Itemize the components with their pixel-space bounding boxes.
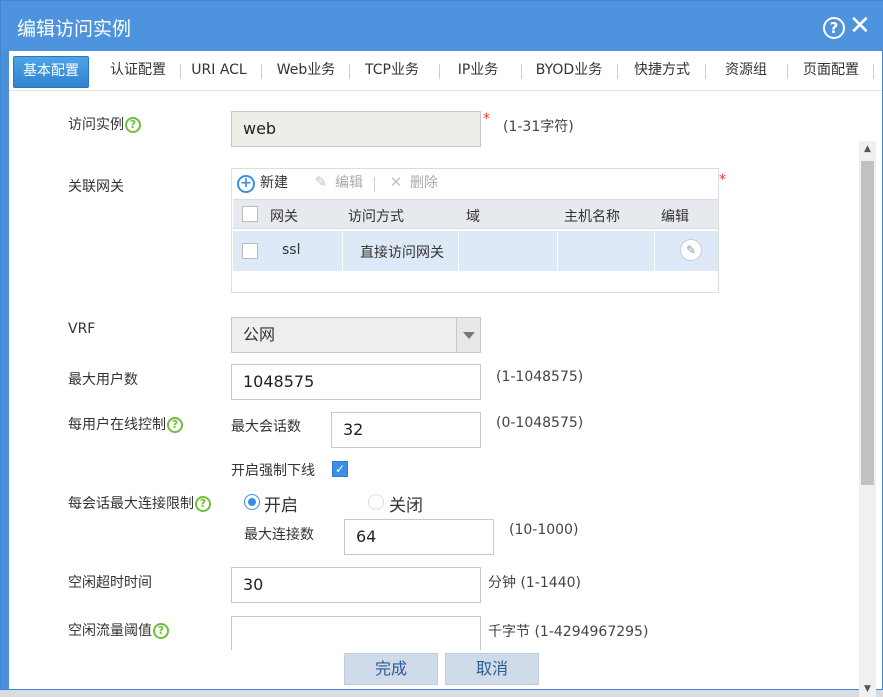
tab-separator bbox=[705, 64, 706, 79]
idle-timeout-label: 空闲超时时间 bbox=[68, 575, 152, 591]
required-mark: * bbox=[719, 172, 726, 188]
scroll-up-arrow-icon[interactable]: ▲ bbox=[859, 141, 876, 157]
max-users-input[interactable]: 1048575 bbox=[231, 364, 481, 400]
idle-traffic-hint: 千字节 (1-4294967295) bbox=[488, 624, 649, 640]
dialog-content: 基本配置 认证配置 URI ACL Web业务 TCP业务 IP业务 BYOD业… bbox=[9, 51, 882, 697]
instance-field: web bbox=[231, 111, 481, 147]
scrollbar-thumb[interactable] bbox=[861, 161, 874, 485]
instance-label: 访问实例? bbox=[68, 114, 141, 134]
scroll-down-arrow-icon[interactable]: ▼ bbox=[859, 681, 876, 697]
toolbar-separator bbox=[374, 177, 375, 192]
table-row[interactable]: ssl 直接访问网关 ✎ bbox=[233, 231, 718, 271]
cancel-button[interactable]: 取消 bbox=[445, 653, 539, 685]
gateway-table-header: 网关 访问方式 域 主机名称 编辑 bbox=[233, 199, 718, 229]
select-all-checkbox[interactable] bbox=[242, 206, 258, 222]
cell-divider bbox=[458, 231, 459, 271]
cell-divider bbox=[342, 231, 343, 271]
per-user-online-label: 每用户在线控制? bbox=[68, 414, 183, 434]
help-icon[interactable]: ? bbox=[153, 623, 169, 639]
per-session-limit-label: 每会话最大连接限制? bbox=[68, 493, 211, 513]
tab-separator bbox=[617, 64, 618, 79]
tab-uri-acl[interactable]: URI ACL bbox=[183, 56, 255, 88]
delete-x-icon: ✕ bbox=[389, 173, 403, 191]
max-sessions-label: 最大会话数 bbox=[231, 419, 301, 435]
radio-on-label: 开启 bbox=[264, 496, 298, 516]
help-icon[interactable]: ? bbox=[195, 496, 211, 512]
close-icon[interactable]: ✕ bbox=[849, 13, 871, 39]
column-header: 域 bbox=[466, 209, 480, 225]
help-icon[interactable]: ? bbox=[125, 117, 141, 133]
required-mark: * bbox=[483, 111, 490, 127]
tab-separator bbox=[261, 64, 262, 79]
tab-page-config[interactable]: 页面配置 bbox=[793, 56, 869, 88]
delete-gateway-button[interactable]: ✕ 删除 bbox=[387, 174, 438, 194]
idle-timeout-hint: 分钟 (1-1440) bbox=[488, 575, 581, 591]
tab-byod-service[interactable]: BYOD业务 bbox=[527, 56, 611, 88]
plus-icon: + bbox=[237, 175, 255, 193]
max-users-hint: (1-1048575) bbox=[496, 369, 584, 385]
row-edit-icon[interactable]: ✎ bbox=[680, 239, 702, 261]
tab-separator bbox=[180, 64, 181, 79]
ok-button[interactable]: 完成 bbox=[344, 653, 438, 685]
tab-separator bbox=[787, 64, 788, 79]
edit-instance-dialog: 编辑访问实例 ? ✕ 基本配置 认证配置 URI ACL Web业务 TCP业务… bbox=[0, 0, 883, 697]
help-icon[interactable]: ? bbox=[823, 17, 845, 39]
dialog-title: 编辑访问实例 bbox=[17, 18, 132, 40]
vertical-scrollbar[interactable]: ▲ ▼ bbox=[859, 141, 876, 697]
max-sessions-input[interactable]: 32 bbox=[331, 412, 481, 448]
tab-bar: 基本配置 认证配置 URI ACL Web业务 TCP业务 IP业务 BYOD业… bbox=[9, 51, 882, 91]
cell-divider bbox=[557, 231, 558, 271]
gateway-cell: ssl bbox=[282, 242, 301, 258]
tab-resource-group[interactable]: 资源组 bbox=[711, 56, 781, 88]
force-offline-checkbox[interactable]: ✓ bbox=[332, 461, 348, 477]
access-mode-cell: 直接访问网关 bbox=[360, 245, 444, 261]
column-header: 网关 bbox=[270, 209, 298, 225]
vrf-value: 公网 bbox=[243, 325, 276, 344]
pencil-icon: ✎ bbox=[314, 173, 328, 191]
help-icon[interactable]: ? bbox=[167, 417, 183, 433]
max-conn-input[interactable]: 64 bbox=[344, 519, 494, 555]
tab-tcp-service[interactable]: TCP业务 bbox=[355, 56, 429, 88]
tab-web-service[interactable]: Web业务 bbox=[267, 56, 345, 88]
max-conn-label: 最大连接数 bbox=[244, 527, 314, 543]
edit-gateway-button[interactable]: ✎ 编辑 bbox=[312, 174, 363, 194]
chevron-down-icon[interactable] bbox=[456, 318, 480, 352]
tab-ip-service[interactable]: IP业务 bbox=[445, 56, 511, 88]
tab-separator bbox=[873, 64, 874, 79]
radio-off[interactable] bbox=[368, 494, 384, 510]
gateway-label: 关联网关 bbox=[68, 179, 124, 195]
max-conn-hint: (10-1000) bbox=[509, 522, 579, 538]
max-users-label: 最大用户数 bbox=[68, 372, 138, 388]
force-offline-label: 开启强制下线 bbox=[231, 463, 315, 479]
idle-traffic-input[interactable] bbox=[231, 616, 481, 650]
tab-shortcut[interactable]: 快捷方式 bbox=[623, 56, 701, 88]
cell-divider bbox=[654, 231, 655, 271]
dialog-titlebar: 编辑访问实例 ? ✕ bbox=[1, 1, 883, 51]
gateway-table: + 新建 ✎ 编辑 ✕ 删除 网关 访问方式 域 主机名称 编辑 ssl 直接访问网关 bbox=[231, 168, 719, 293]
instance-hint: (1-31字符) bbox=[503, 119, 574, 135]
tab-separator bbox=[521, 64, 522, 79]
tab-separator bbox=[439, 64, 440, 79]
tab-basic-config[interactable]: 基本配置 bbox=[13, 56, 89, 88]
column-header: 访问方式 bbox=[348, 209, 404, 225]
row-checkbox[interactable] bbox=[242, 243, 258, 259]
column-header: 主机名称 bbox=[564, 209, 620, 225]
radio-on[interactable] bbox=[244, 494, 260, 510]
tab-auth-config[interactable]: 认证配置 bbox=[99, 56, 177, 88]
idle-timeout-input[interactable]: 30 bbox=[231, 567, 481, 603]
new-gateway-button[interactable]: + 新建 bbox=[237, 174, 288, 194]
column-header: 编辑 bbox=[661, 209, 689, 225]
tab-separator bbox=[349, 64, 350, 79]
idle-traffic-label: 空闲流量阈值? bbox=[68, 620, 169, 640]
radio-off-label: 关闭 bbox=[389, 496, 423, 516]
vrf-label: VRF bbox=[68, 321, 96, 337]
max-sessions-hint: (0-1048575) bbox=[496, 415, 584, 431]
vrf-select[interactable]: 公网 bbox=[231, 317, 481, 353]
